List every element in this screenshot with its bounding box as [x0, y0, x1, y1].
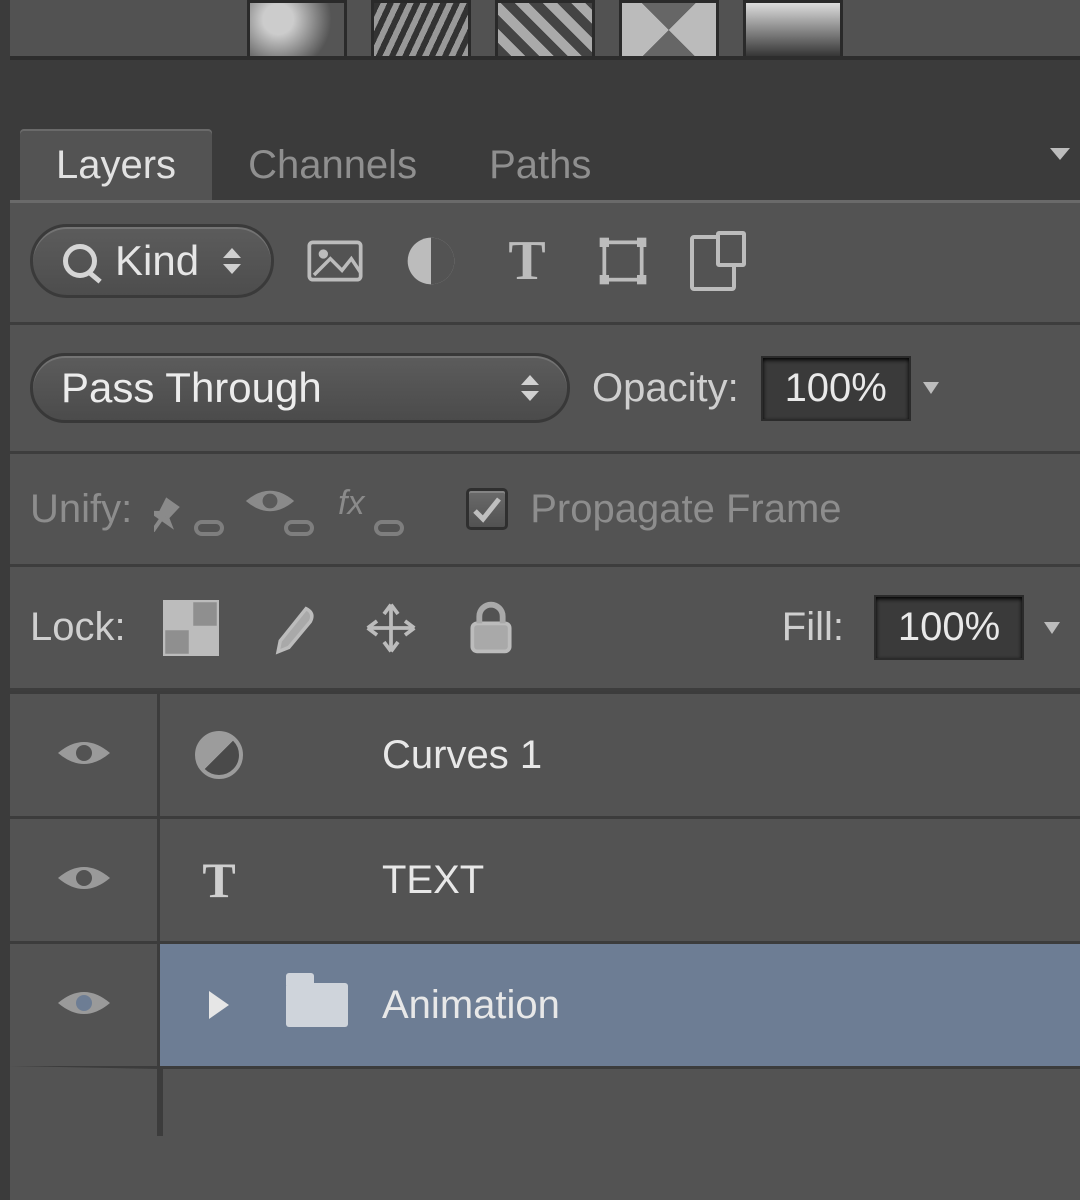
- propagate-frame-label: Propagate Frame: [530, 487, 841, 532]
- layer-content[interactable]: Animation: [160, 944, 1080, 1066]
- search-icon: [63, 244, 97, 278]
- lock-pixels-icon[interactable]: [256, 598, 326, 658]
- layer-list-empty: [10, 1066, 1080, 1136]
- lock-all-icon[interactable]: [456, 598, 526, 658]
- lock-transparency-icon[interactable]: [156, 598, 226, 658]
- visibility-toggle[interactable]: [10, 944, 160, 1066]
- layer-row[interactable]: Curves 1: [10, 691, 1080, 816]
- svg-text:fx: fx: [338, 484, 365, 522]
- unify-visibility-icon[interactable]: [244, 484, 312, 534]
- unify-label: Unify:: [30, 487, 132, 532]
- preset-swatch[interactable]: [247, 0, 347, 60]
- preset-strip: [10, 0, 1080, 60]
- stepper-icon: [223, 248, 241, 274]
- lock-position-icon[interactable]: [356, 598, 426, 658]
- layer-name: TEXT: [382, 858, 484, 903]
- visibility-toggle[interactable]: [10, 819, 160, 941]
- adjustment-layer-icon: [186, 731, 252, 779]
- opacity-dropdown-icon[interactable]: [923, 382, 939, 394]
- unify-style-icon[interactable]: fx: [334, 484, 402, 534]
- filter-kind-label: Kind: [115, 237, 199, 285]
- blend-mode-dropdown[interactable]: Pass Through: [30, 353, 570, 423]
- tab-layers[interactable]: Layers: [20, 129, 212, 200]
- filter-adjustment-icon[interactable]: [396, 231, 466, 291]
- opacity-input[interactable]: 100%: [761, 356, 911, 421]
- layer-name: Curves 1: [382, 733, 542, 778]
- type-layer-icon: T: [186, 851, 252, 909]
- preset-swatch[interactable]: [619, 0, 719, 60]
- panel-gap: [10, 60, 1080, 120]
- eye-icon: [56, 983, 112, 1028]
- layer-list: Curves 1 T TEXT: [10, 691, 1080, 1200]
- tab-channels[interactable]: Channels: [212, 129, 453, 200]
- filter-type-icon[interactable]: T: [492, 229, 562, 293]
- filter-row: Kind T: [10, 200, 1080, 325]
- layer-content[interactable]: Curves 1: [160, 694, 1080, 816]
- visibility-toggle[interactable]: [10, 694, 160, 816]
- layer-row[interactable]: Animation: [10, 941, 1080, 1066]
- filter-smartobject-icon[interactable]: [684, 231, 754, 291]
- panel-body: Kind T Pass Through Opacity: 100%: [10, 200, 1080, 1200]
- fill-label: Fill:: [782, 605, 844, 650]
- panel-menu-icon[interactable]: [1050, 148, 1070, 160]
- folder-icon: [284, 983, 350, 1027]
- filter-kind-dropdown[interactable]: Kind: [30, 224, 274, 298]
- unify-position-icon[interactable]: [154, 484, 222, 534]
- propagate-frame-checkbox[interactable]: [466, 488, 508, 530]
- lock-label: Lock:: [30, 605, 126, 650]
- eye-icon: [56, 733, 112, 778]
- fill-input[interactable]: 100%: [874, 595, 1024, 660]
- eye-icon: [56, 858, 112, 903]
- panel-tabs: Layers Channels Paths: [10, 120, 1080, 200]
- preset-swatch[interactable]: [371, 0, 471, 60]
- filter-shape-icon[interactable]: [588, 231, 658, 291]
- blend-mode-value: Pass Through: [61, 364, 322, 412]
- tab-paths[interactable]: Paths: [453, 129, 627, 200]
- preset-swatch[interactable]: [495, 0, 595, 60]
- unify-row: Unify: fx Propagate Frame: [10, 454, 1080, 567]
- preset-swatch[interactable]: [743, 0, 843, 60]
- layers-panel: Layers Channels Paths Kind T: [0, 0, 1080, 1200]
- layer-content[interactable]: T TEXT: [160, 819, 1080, 941]
- filter-pixel-icon[interactable]: [300, 231, 370, 291]
- layer-row[interactable]: T TEXT: [10, 816, 1080, 941]
- lock-row: Lock: Fill: 100%: [10, 567, 1080, 691]
- disclosure-triangle-icon[interactable]: [186, 991, 252, 1019]
- opacity-label: Opacity:: [592, 366, 739, 411]
- fill-dropdown-icon[interactable]: [1044, 622, 1060, 634]
- layer-name: Animation: [382, 983, 560, 1028]
- blend-row: Pass Through Opacity: 100%: [10, 325, 1080, 454]
- stepper-icon: [521, 375, 539, 401]
